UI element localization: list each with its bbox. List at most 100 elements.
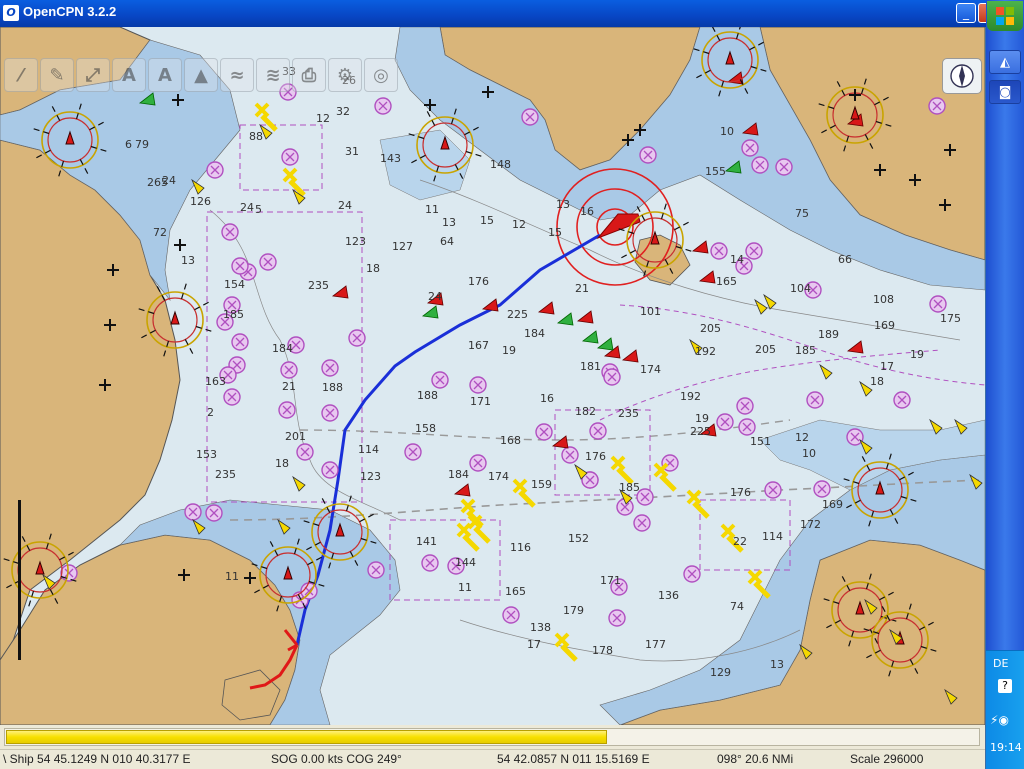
tray-icons[interactable]: ⚡◉	[990, 713, 1020, 731]
speed-course: SOG 0.00 kts COG 249°	[271, 752, 402, 766]
text-icon[interactable]: A	[112, 58, 146, 92]
depth-sounding: 2	[207, 406, 214, 419]
nautical-chart[interactable]: 3326321231143 14824 5 24 1113 151316151264123…	[0, 27, 985, 725]
progress-fill	[6, 730, 607, 744]
depth-sounding: 21	[575, 282, 589, 295]
depth-sounding: 19	[910, 348, 924, 361]
depth-sounding: 171	[600, 574, 621, 587]
depth-sounding: 15	[480, 214, 494, 227]
depth-sounding: 32	[336, 105, 350, 118]
mob-icon[interactable]: ◎	[364, 58, 398, 92]
depth-sounding: 13	[556, 198, 570, 211]
taskbar-app-inkscape[interactable]: ◭	[989, 50, 1021, 74]
minimize-button[interactable]: _	[956, 3, 976, 23]
depth-sounding: 101	[640, 305, 661, 318]
depth-sounding: 205	[755, 343, 776, 356]
depth-sounding: 165	[716, 275, 737, 288]
depth-sounding: 185	[795, 344, 816, 357]
depth-sounding: 108	[873, 293, 894, 306]
north-up-compass[interactable]	[942, 58, 982, 94]
depth-sounding: 17	[880, 360, 894, 373]
current-icon[interactable]: ≋	[256, 58, 290, 92]
depth-sounding: 64	[440, 235, 454, 248]
depth-sounding: 201	[285, 430, 306, 443]
depth-sounding: 74	[730, 600, 744, 613]
clock: 19:14	[990, 741, 1022, 754]
depth-sounding: 11	[458, 581, 472, 594]
depth-sounding: 235	[618, 407, 639, 420]
depth-sounding: 188	[417, 389, 438, 402]
depth-sounding: 174	[640, 363, 661, 376]
depth-sounding: 75	[795, 207, 809, 220]
depth-sounding: 178	[592, 644, 613, 657]
depth-sounding: 184	[524, 327, 545, 340]
depth-sounding: 104	[790, 282, 811, 295]
depth-sounding: 181	[580, 360, 601, 373]
depth-sounding: 17	[527, 638, 541, 651]
depth-sounding: 18	[275, 457, 289, 470]
depth-sounding: 189	[818, 328, 839, 341]
depth-sounding: 171	[470, 395, 491, 408]
depth-sounding: 114	[358, 443, 379, 456]
depth-sounding: 185	[223, 308, 244, 321]
start-button[interactable]	[987, 1, 1023, 31]
bearing-distance: 098° 20.6 NMi	[717, 752, 794, 766]
depth-sounding: 5	[255, 203, 262, 216]
pencil-icon[interactable]: ✎	[40, 58, 74, 92]
depth-sounding: 15	[548, 226, 562, 239]
print-icon[interactable]: ⎙	[292, 58, 326, 92]
chart-toolbar: ⁄ ✎ ⤢ A A ▲ ≈ ≋ ⎙ ⚙ ◎	[4, 58, 398, 94]
volume-icon[interactable]: ◉	[998, 713, 1008, 727]
depth-sounding: 79	[135, 138, 149, 151]
depth-sounding: 22	[733, 535, 747, 548]
opencpn-icon: ◙	[998, 84, 1012, 100]
depth-sounding: 19	[695, 412, 709, 425]
depth-sounding: 14	[730, 253, 744, 266]
depth-sounding: 116	[510, 541, 531, 554]
close-button[interactable]	[978, 3, 986, 23]
depth-sounding: 235	[308, 279, 329, 292]
depth-sounding: 152	[568, 532, 589, 545]
depth-sounding: 88	[249, 130, 263, 143]
depth-sounding: 126	[190, 195, 211, 208]
depth-sounding: 175	[940, 312, 961, 325]
track-icon[interactable]: A	[148, 58, 182, 92]
depth-sounding: 151	[750, 435, 771, 448]
status-bar: \ Ship 54 45.1249 N 010 40.3177 E SOG 0.…	[0, 749, 985, 769]
depth-sounding: 141	[416, 535, 437, 548]
depth-sounding: 159	[531, 478, 552, 491]
title-bar: O OpenCPN 3.2.2 _	[0, 0, 986, 27]
depth-sounding: 136	[658, 589, 679, 602]
chart-canvas[interactable]: 33 26 32 12 31 143 148 24 5 24 11 13 15 13 16 15 12 64 123…	[0, 27, 985, 725]
depth-sounding: 18	[870, 375, 884, 388]
depth-sounding: 265	[147, 176, 168, 189]
language-indicator[interactable]: DE	[993, 657, 1008, 670]
depth-sounding: 18	[366, 262, 380, 275]
chart-scale: Scale 296000	[850, 752, 924, 766]
scale-bar	[18, 500, 21, 660]
depth-sounding: 12	[316, 112, 330, 125]
settings-icon[interactable]: ⚙	[328, 58, 362, 92]
depth-sounding: 127	[392, 240, 413, 253]
depth-sounding: 13	[181, 254, 195, 267]
ais-icon[interactable]: ▲	[184, 58, 218, 92]
depth-sounding: 13	[770, 658, 784, 671]
compass-icon	[950, 64, 974, 88]
measure-icon[interactable]: ⤢	[76, 58, 110, 92]
help-icon[interactable]: ?	[998, 679, 1012, 693]
depth-sounding: 19	[502, 344, 516, 357]
depth-sounding: 185	[619, 481, 640, 494]
depth-sounding: 188	[322, 381, 343, 394]
depth-sounding: 167	[468, 339, 489, 352]
depth-sounding: 169	[874, 319, 895, 332]
tide-icon[interactable]: ≈	[220, 58, 254, 92]
depth-sounding: 24	[338, 199, 352, 212]
depth-sounding: 163	[205, 375, 226, 388]
app-icon[interactable]: O	[3, 5, 19, 21]
depth-sounding: 176	[730, 486, 751, 499]
depth-sounding: 205	[700, 322, 721, 335]
depth-sounding: 184	[448, 468, 469, 481]
taskbar-app-opencpn[interactable]: ◙	[989, 80, 1021, 104]
depth-sounding: 169	[822, 498, 843, 511]
route-manager-icon[interactable]: ⁄	[4, 58, 38, 92]
